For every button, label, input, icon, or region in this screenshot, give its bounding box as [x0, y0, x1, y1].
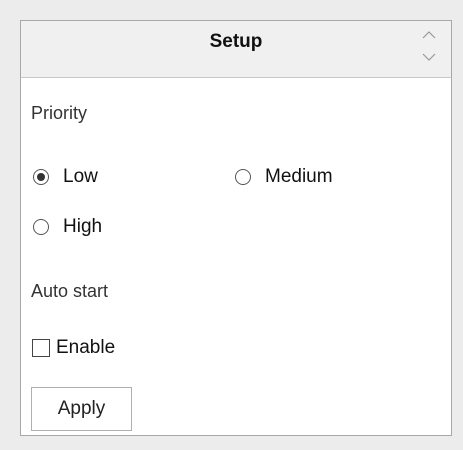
radio-medium[interactable]: Medium [235, 166, 333, 188]
radio-high[interactable]: High [33, 216, 102, 238]
radio-medium-indicator[interactable] [235, 169, 251, 185]
radio-low-indicator[interactable] [33, 169, 49, 185]
enable-checkbox[interactable]: Enable [32, 337, 115, 359]
panel-title: Setup [209, 31, 263, 52]
setup-panel: Setup Priority Low Medium High Auto star… [20, 20, 452, 436]
radio-low-label: Low [63, 166, 98, 187]
priority-label: Priority [31, 103, 88, 123]
enable-checkbox-label: Enable [56, 337, 116, 358]
radio-selected-dot [37, 173, 45, 181]
radio-high-indicator[interactable] [33, 219, 49, 235]
radio-low[interactable]: Low [33, 166, 98, 188]
radio-high-label: High [63, 216, 103, 237]
apply-button[interactable]: Apply [31, 387, 132, 431]
collapse-toggle[interactable] [421, 27, 437, 67]
radio-medium-label: Medium [265, 166, 333, 187]
auto-start-label: Auto start [31, 281, 109, 301]
enable-checkbox-box[interactable] [32, 339, 50, 357]
chevron-up-down-icon [422, 31, 436, 61]
panel-header[interactable]: Setup [21, 21, 451, 78]
